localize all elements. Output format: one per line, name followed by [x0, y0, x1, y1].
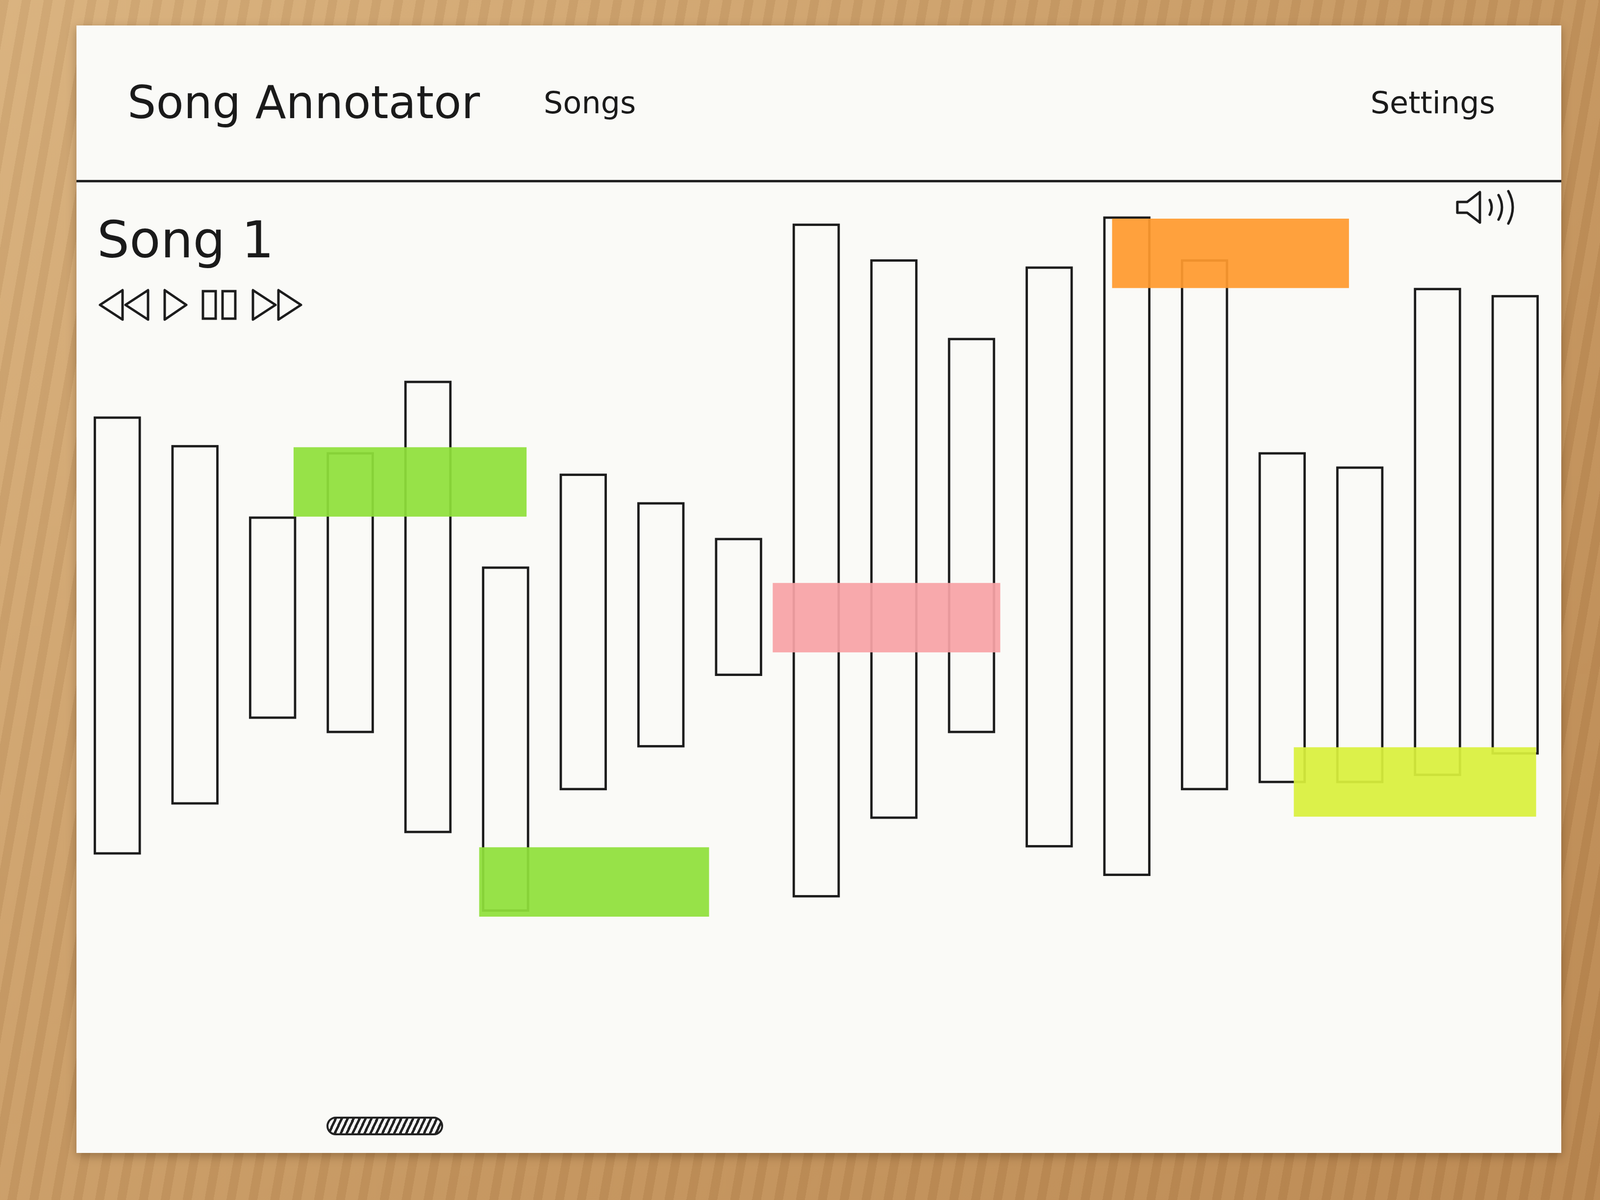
- nav-link[interactable]: Songs: [543, 84, 636, 121]
- waveform-bar: [716, 539, 762, 675]
- volume-icon[interactable]: [1454, 188, 1521, 227]
- waveform-bar: [638, 503, 684, 747]
- waveform-bar: [1415, 289, 1461, 775]
- spacer: [76, 927, 1562, 1117]
- waveform-bar: [1026, 267, 1073, 847]
- play-icon[interactable]: [161, 287, 190, 323]
- waveform-bar: [250, 517, 296, 718]
- app-title: Song Annotator: [127, 76, 480, 129]
- transport-controls: [97, 287, 304, 323]
- annotation-note[interactable]: [772, 582, 1000, 653]
- fast-forward-icon[interactable]: [250, 287, 304, 323]
- song-view: Song 1: [76, 182, 1562, 928]
- top-bar: Song Annotator Songs Settings: [76, 25, 1562, 183]
- song-info: Song 1: [97, 211, 304, 323]
- waveform-bar: [1181, 260, 1227, 789]
- annotation-note[interactable]: [1293, 747, 1536, 817]
- waveform-bar: [1337, 467, 1383, 782]
- annotation-note[interactable]: [479, 847, 710, 917]
- paper-prototype: Song Annotator Songs Settings Song 1: [76, 25, 1562, 1153]
- waveform-bar: [172, 446, 218, 804]
- scroll-track: [76, 1116, 1562, 1153]
- waveform-bar: [1104, 217, 1150, 875]
- desk-background: Song Annotator Songs Settings Song 1: [0, 0, 1600, 1200]
- waveform-bar: [871, 260, 917, 818]
- waveform-bar: [94, 417, 140, 854]
- annotation-note[interactable]: [1112, 218, 1350, 289]
- annotation-note[interactable]: [293, 447, 527, 517]
- waveform-bar: [560, 475, 606, 790]
- waveform-bar: [1492, 296, 1538, 754]
- waveform-bar: [793, 225, 839, 897]
- pause-icon[interactable]: [200, 287, 240, 323]
- rewind-icon[interactable]: [97, 287, 151, 323]
- settings-link[interactable]: Settings: [1370, 84, 1496, 121]
- waveform-bar: [1259, 453, 1305, 782]
- song-title: Song 1: [97, 211, 304, 268]
- waveform-bar: [949, 339, 995, 732]
- scroll-thumb[interactable]: [326, 1116, 444, 1136]
